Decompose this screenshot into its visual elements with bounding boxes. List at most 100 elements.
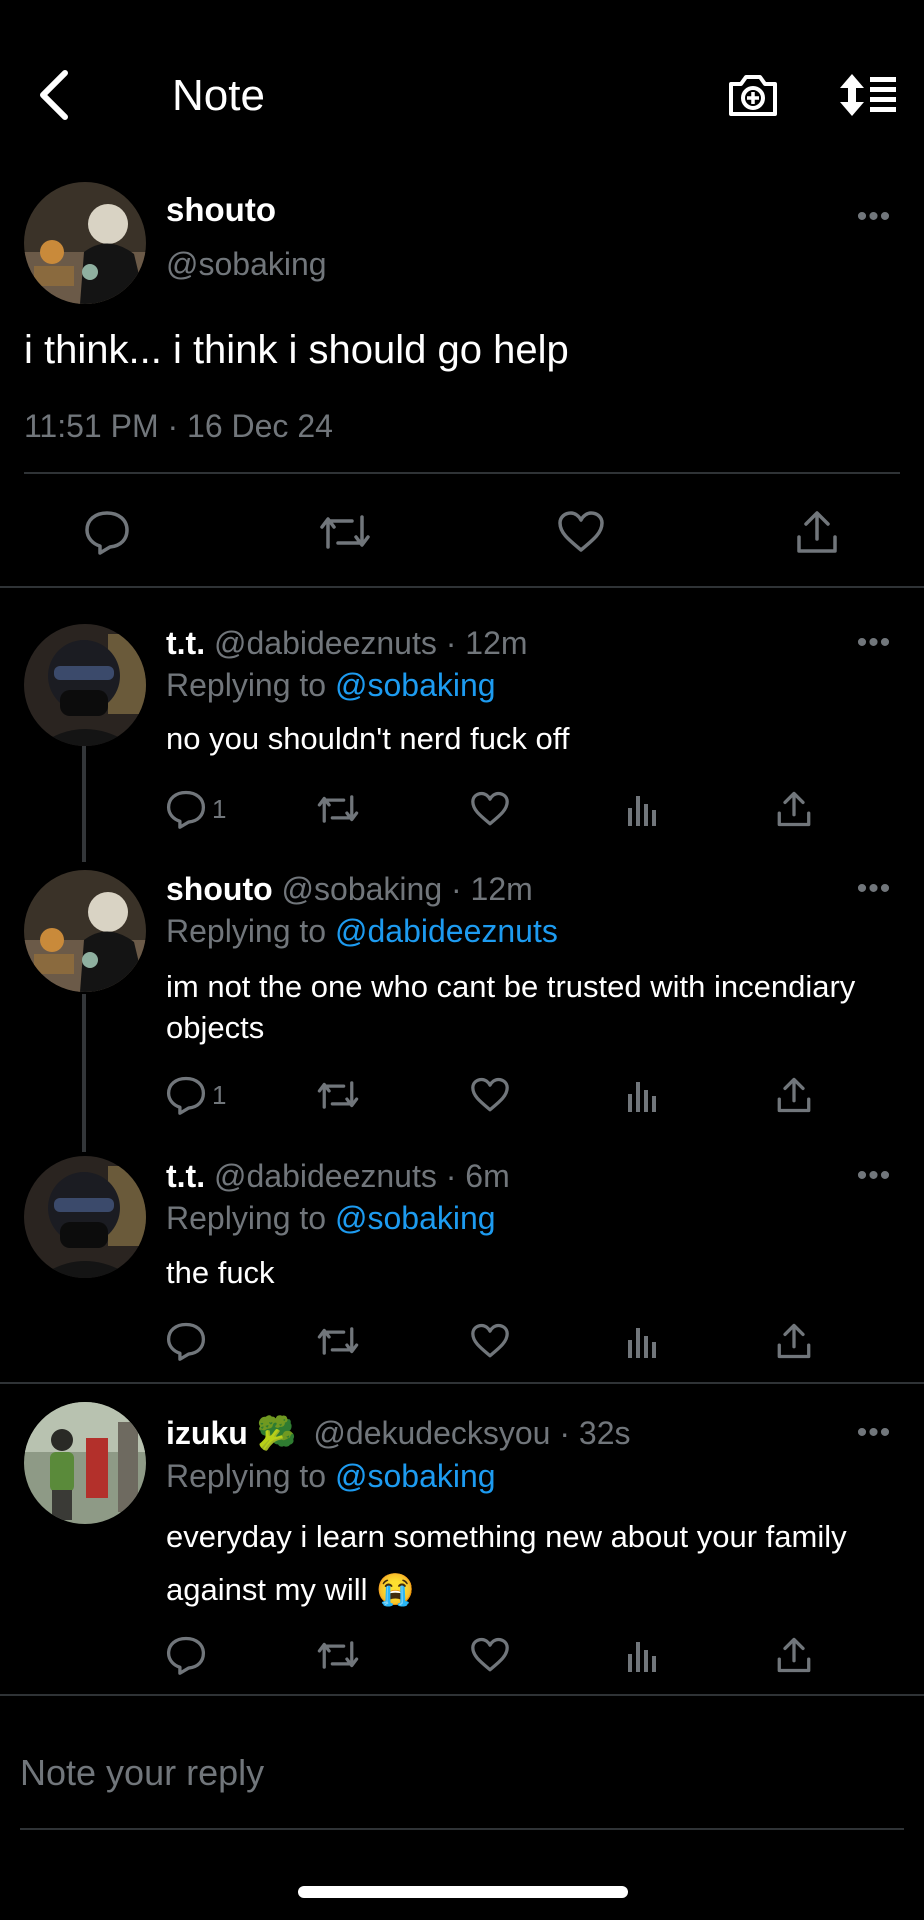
avatar-photo (24, 1402, 146, 1524)
divider (24, 472, 900, 474)
divider (20, 1828, 904, 1830)
share-icon (777, 791, 811, 827)
views-icon (628, 1082, 656, 1112)
like-button[interactable] (470, 1630, 510, 1680)
reply-author-handle[interactable]: @dabideeznuts (214, 1158, 437, 1194)
reply-author-name[interactable]: izuku (166, 1415, 248, 1451)
reply-author-handle[interactable]: @sobaking (282, 871, 443, 907)
avatar[interactable] (24, 870, 146, 992)
post-timestamp: 11:51 PM · 16 Dec 24 (24, 408, 333, 444)
page-title: Note (172, 71, 265, 120)
heart-icon (471, 1077, 509, 1112)
reply-time: · 32s (559, 1415, 631, 1451)
reply-author-name[interactable]: t.t. (166, 625, 205, 661)
views-button[interactable] (625, 1630, 659, 1680)
replying-label: Replying to (166, 913, 327, 949)
renote-button[interactable] (316, 1316, 360, 1366)
reply-button[interactable] (166, 1316, 212, 1366)
replying-to: Replying to @sobaking (166, 1197, 496, 1239)
reply-text: everyday i learn something new about you… (166, 1519, 847, 1607)
views-button[interactable] (625, 784, 659, 834)
more-options-button[interactable]: ••• (852, 1159, 896, 1193)
mention-link[interactable]: @dabideeznuts (335, 913, 558, 949)
like-button[interactable] (470, 784, 510, 834)
mention-link[interactable]: @sobaking (335, 667, 496, 703)
views-button[interactable] (625, 1070, 659, 1120)
share-icon (797, 511, 837, 553)
renote-icon (317, 795, 359, 823)
avatar[interactable] (24, 1156, 146, 1278)
avatar-photo (24, 1156, 146, 1278)
more-options-button[interactable]: ••• (852, 200, 896, 234)
share-icon (777, 1077, 811, 1113)
broccoli-emoji: 🥦 (256, 1415, 297, 1451)
heart-icon (471, 791, 509, 826)
reply-header: izuku 🥦 @dekudecksyou · 32s (166, 1412, 631, 1454)
divider (0, 586, 924, 588)
like-button[interactable] (470, 1070, 510, 1120)
renote-icon (317, 1327, 359, 1355)
share-button[interactable] (776, 1316, 812, 1366)
views-button[interactable] (625, 1316, 659, 1366)
renote-button[interactable] (316, 505, 374, 559)
share-icon (777, 1323, 811, 1359)
thread-line (82, 746, 86, 862)
like-button[interactable] (552, 505, 610, 559)
author-name[interactable]: shouto (166, 188, 276, 232)
renote-button[interactable] (316, 1070, 360, 1120)
reply-icon (166, 1636, 206, 1675)
reply-header: t.t. @dabideeznuts · 6m (166, 1155, 510, 1197)
reply-header: shouto @sobaking · 12m (166, 868, 533, 910)
share-button[interactable] (790, 505, 844, 559)
reply-author-handle[interactable]: @dabideeznuts (214, 625, 437, 661)
renote-icon (320, 515, 370, 549)
reply-button[interactable] (166, 1630, 212, 1680)
sort-list-icon (840, 74, 896, 116)
mention-link[interactable]: @sobaking (335, 1200, 496, 1236)
reply-author-name[interactable]: shouto (166, 871, 273, 907)
back-button[interactable] (28, 60, 78, 130)
reply-button[interactable]: 1 (166, 784, 226, 834)
post-text: i think... i think i should go help (24, 328, 569, 372)
reply-button[interactable] (80, 505, 134, 559)
author-handle[interactable]: @sobaking (166, 242, 327, 286)
reply-author-handle[interactable]: @dekudecksyou (313, 1415, 550, 1451)
views-icon (628, 1642, 656, 1672)
like-button[interactable] (470, 1316, 510, 1366)
reply-text: im not the one who cant be trusted with … (166, 969, 856, 1045)
chevron-left-icon (40, 70, 68, 120)
reply-time: · 12m (451, 871, 533, 907)
reply-input[interactable]: Note your reply (20, 1748, 264, 1798)
reply-header: t.t. @dabideeznuts · 12m (166, 622, 528, 664)
share-button[interactable] (776, 1070, 812, 1120)
camera-button[interactable] (720, 62, 786, 128)
avatar-photo (24, 870, 146, 992)
more-options-button[interactable]: ••• (852, 1416, 896, 1450)
reply-icon (85, 511, 129, 555)
replying-label: Replying to (166, 667, 327, 703)
reply-button[interactable]: 1 (166, 1070, 226, 1120)
avatar[interactable] (24, 182, 146, 304)
thread-line (82, 994, 86, 1152)
heart-icon (558, 511, 604, 552)
more-options-button[interactable]: ••• (852, 626, 896, 660)
sort-button[interactable] (832, 62, 904, 128)
reply-count: 1 (212, 793, 227, 824)
avatar[interactable] (24, 624, 146, 746)
reply-author-name[interactable]: t.t. (166, 1158, 205, 1194)
top-bar: Note (0, 0, 924, 180)
avatar[interactable] (24, 1402, 146, 1524)
views-icon (628, 1328, 656, 1358)
divider (0, 1694, 924, 1696)
more-options-button[interactable]: ••• (852, 872, 896, 906)
renote-button[interactable] (316, 784, 360, 834)
reply-text: no you shouldn't nerd fuck off (166, 721, 570, 756)
avatar-photo (24, 182, 146, 304)
share-button[interactable] (776, 784, 812, 834)
renote-icon (317, 1641, 359, 1669)
views-icon (628, 796, 656, 826)
share-icon (777, 1637, 811, 1673)
mention-link[interactable]: @sobaking (335, 1458, 496, 1494)
renote-button[interactable] (316, 1630, 360, 1680)
share-button[interactable] (776, 1630, 812, 1680)
